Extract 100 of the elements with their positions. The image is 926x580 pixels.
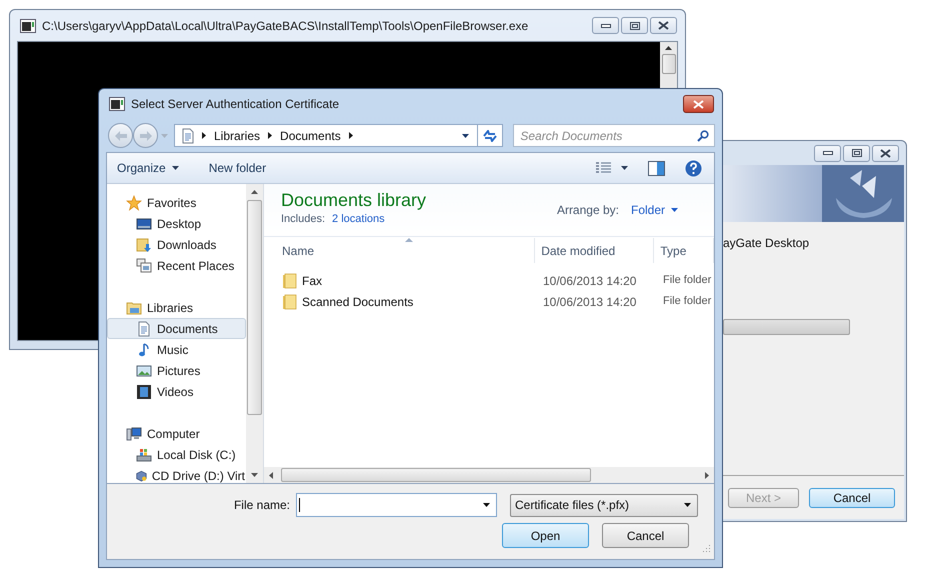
scroll-thumb[interactable] bbox=[247, 200, 262, 415]
close-button[interactable] bbox=[683, 95, 714, 113]
sidebar-item[interactable]: Libraries bbox=[107, 297, 246, 318]
open-button[interactable]: Open bbox=[502, 523, 589, 548]
window-icon bbox=[109, 97, 125, 111]
window-title: Select Server Authentication Certificate bbox=[131, 96, 340, 113]
column-header[interactable]: Name bbox=[276, 238, 536, 263]
resize-grip-icon bbox=[702, 544, 710, 552]
sidebar-item[interactable]: Computer bbox=[107, 423, 246, 444]
help-icon bbox=[685, 160, 702, 176]
arrow-right-icon bbox=[140, 130, 152, 140]
search-field[interactable]: Search Documents bbox=[513, 124, 715, 147]
sidebar-item[interactable]: Favorites bbox=[107, 192, 246, 213]
scroll-down-icon bbox=[251, 473, 258, 477]
sidebar-item[interactable]: Music bbox=[107, 339, 246, 360]
date-modified: 10/06/2013 14:20 bbox=[542, 272, 638, 290]
file-name-label: File name: bbox=[234, 497, 290, 514]
file-type: File folder bbox=[662, 273, 712, 288]
library-title: Documents library bbox=[281, 189, 426, 211]
folder-arrow-icon bbox=[136, 236, 152, 252]
file-row[interactable]: Scanned Documents 10/06/2013 14:20 File folder bbox=[282, 291, 714, 312]
maximize-icon bbox=[630, 22, 640, 30]
sidebar-item[interactable]: Videos bbox=[107, 381, 246, 402]
sidebar-item[interactable]: Desktop bbox=[107, 213, 246, 234]
search-icon bbox=[697, 130, 709, 142]
drive-icon bbox=[136, 446, 152, 462]
file-name-field[interactable] bbox=[296, 493, 497, 517]
date-modified: 10/06/2013 14:20 bbox=[542, 294, 638, 310]
window-title: C:\Users\garyv\AppData\Local\Ultra\PayGateBACS\InstallTemp\Tools\OpenFileBrowser.exe bbox=[42, 18, 528, 34]
minimize-button[interactable] bbox=[592, 17, 619, 34]
search-input[interactable]: Search Documents bbox=[520, 126, 697, 144]
includes-label: Includes: bbox=[281, 212, 326, 227]
file-type: File folder bbox=[662, 294, 712, 310]
caret-icon bbox=[684, 503, 691, 507]
close-icon bbox=[880, 148, 891, 158]
sidebar-item[interactable]: Downloads bbox=[107, 234, 246, 255]
film-icon bbox=[136, 384, 152, 400]
window-icon bbox=[20, 18, 36, 32]
chevron-icon bbox=[202, 132, 206, 139]
dropdown-caret-icon bbox=[483, 503, 490, 507]
dropdown-caret-icon bbox=[462, 134, 470, 138]
star-icon bbox=[126, 194, 142, 210]
view-options-button[interactable] bbox=[596, 162, 628, 174]
toolbar-button[interactable]: Organize bbox=[117, 159, 179, 177]
caret-icon bbox=[671, 208, 678, 212]
scroll-thumb[interactable] bbox=[281, 468, 591, 482]
sidebar-item[interactable]: Local Disk (C:) bbox=[107, 444, 246, 465]
breadcrumb[interactable]: Documents bbox=[280, 126, 341, 144]
locations-link[interactable]: 2 locations bbox=[332, 211, 385, 228]
chevron-icon bbox=[268, 132, 272, 139]
arrange-dropdown[interactable]: Folder bbox=[630, 201, 678, 219]
sidebar-item[interactable]: CD Drive (D:) Virt bbox=[107, 465, 246, 483]
recent-pages-caret-icon bbox=[161, 134, 168, 138]
recent-places-icon bbox=[136, 258, 152, 274]
toolbar-button[interactable]: New folder bbox=[208, 159, 266, 177]
cancel-button[interactable]: Cancel bbox=[809, 488, 895, 508]
breadcrumb[interactable]: Libraries bbox=[214, 126, 260, 144]
scroll-thumb[interactable] bbox=[662, 54, 676, 74]
caret-icon bbox=[621, 166, 628, 170]
address-bar[interactable]: Libraries Documents bbox=[174, 124, 504, 147]
computer-icon bbox=[126, 426, 142, 442]
file-type-dropdown[interactable]: Certificate files (*.pfx) bbox=[510, 494, 698, 516]
sidebar-item[interactable]: Pictures bbox=[107, 360, 246, 381]
cancel-button[interactable]: Cancel bbox=[602, 523, 689, 548]
minimize-icon bbox=[600, 24, 610, 28]
arrow-left-icon bbox=[114, 130, 126, 140]
close-button[interactable] bbox=[872, 144, 899, 162]
preview-pane-button[interactable] bbox=[648, 160, 665, 176]
folder-icon bbox=[282, 294, 297, 310]
column-header[interactable]: Date modified bbox=[535, 238, 654, 263]
product-label: ayGate Desktop bbox=[722, 235, 810, 252]
help-button[interactable] bbox=[685, 160, 702, 176]
scroll-right-icon bbox=[705, 472, 709, 478]
sidebar-item[interactable]: Recent Places bbox=[107, 255, 246, 276]
scroll-up-icon bbox=[251, 190, 258, 194]
scroll-up-icon bbox=[665, 46, 672, 50]
file-name: Scanned Documents bbox=[302, 294, 414, 310]
library-folder-icon bbox=[126, 300, 142, 316]
refresh-arrows-icon bbox=[483, 130, 498, 142]
landscape-icon bbox=[136, 362, 152, 378]
pane-icon bbox=[648, 160, 665, 176]
document-icon bbox=[180, 128, 196, 144]
close-button[interactable] bbox=[650, 17, 677, 34]
close-icon bbox=[658, 21, 669, 30]
details-view-icon bbox=[596, 162, 611, 174]
document-icon bbox=[136, 320, 152, 336]
minimize-icon bbox=[822, 151, 832, 155]
caret-icon bbox=[172, 166, 179, 170]
maximize-button[interactable] bbox=[843, 144, 870, 162]
file-row[interactable]: Fax 10/06/2013 14:20 File folder bbox=[282, 270, 714, 291]
arrange-label: Arrange by: bbox=[556, 202, 619, 219]
scroll-left-icon bbox=[269, 472, 273, 478]
minimize-button[interactable] bbox=[814, 144, 841, 162]
sort-arrow-icon bbox=[405, 238, 414, 242]
monitor-icon bbox=[136, 216, 152, 232]
folder-icon bbox=[282, 272, 297, 288]
column-header[interactable]: Type bbox=[654, 238, 714, 263]
sidebar-item[interactable]: Documents bbox=[107, 318, 246, 339]
maximize-button[interactable] bbox=[621, 17, 648, 34]
file-name: Fax bbox=[302, 272, 322, 290]
